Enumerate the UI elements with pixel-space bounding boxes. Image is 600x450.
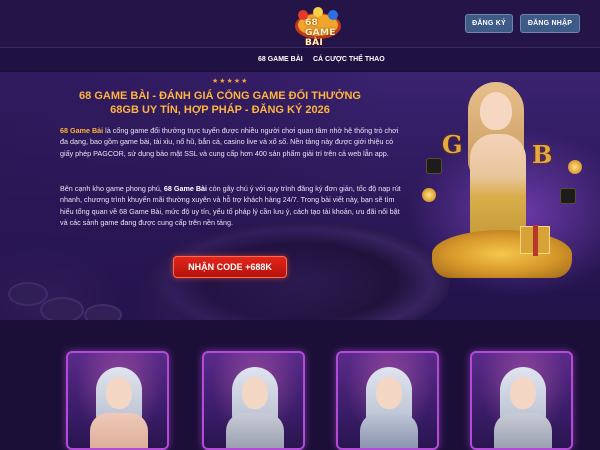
hero-section: ★★★★★ 68 GAME BÀI - ĐÁNH GIÁ CỔNG GAME Đ… bbox=[0, 72, 600, 320]
hero-title: 68 GAME BÀI - ĐÁNH GIÁ CỔNG GAME ĐỔI THƯ… bbox=[60, 89, 380, 117]
claim-code-button[interactable]: NHẬN CODE +688K bbox=[173, 256, 287, 278]
slot-letter-b-icon: B bbox=[532, 140, 553, 169]
rating-stars: ★★★★★ bbox=[212, 78, 249, 85]
model-portrait bbox=[510, 377, 536, 409]
brand-highlight-2: 68 Game Bài bbox=[163, 184, 208, 193]
register-button[interactable]: ĐĂNG KÝ bbox=[465, 14, 513, 33]
brand-highlight[interactable]: 68 Game Bài bbox=[60, 126, 103, 135]
slot-letter-g-icon: G bbox=[442, 130, 463, 159]
model-portrait bbox=[242, 377, 268, 409]
logo-text: 68 GAME BÀI bbox=[305, 18, 336, 48]
model-portrait bbox=[376, 377, 402, 409]
hero-paragraph-1: 68 Game Bài là cổng game đổi thưởng trực… bbox=[60, 125, 405, 159]
model-portrait bbox=[106, 377, 132, 409]
hero-model-image: G B bbox=[420, 78, 585, 288]
dice-icon bbox=[426, 158, 442, 174]
hero-title-line-2: 68GB UY TÍN, HỢP PHÁP - ĐĂNG KÝ 2026 bbox=[110, 104, 330, 116]
model-card[interactable] bbox=[202, 351, 305, 450]
coin-icon bbox=[422, 188, 436, 202]
site-header: 68 GAME BÀI ĐĂNG KÝ ĐĂNG NHẬP bbox=[0, 0, 600, 48]
nav-item-ca-cuoc-the-thao[interactable]: CÁ CƯỢC THỂ THAO bbox=[313, 56, 385, 63]
dice-icon bbox=[560, 188, 576, 204]
coin-icon bbox=[568, 160, 582, 174]
main-nav: 68 GAME BÀI CÁ CƯỢC THỂ THAO bbox=[0, 47, 600, 71]
hero-paragraph-1-text: là cổng game đổi thưởng trực tuyến được … bbox=[60, 126, 399, 158]
model-cards-section bbox=[0, 320, 600, 450]
model-card[interactable] bbox=[66, 351, 169, 450]
login-button[interactable]: ĐĂNG NHẬP bbox=[520, 14, 580, 33]
site-logo[interactable]: 68 GAME BÀI bbox=[293, 6, 343, 48]
hero-paragraph-2-pre: Bên cạnh kho game phong phú, bbox=[60, 184, 164, 193]
model-card[interactable] bbox=[336, 351, 439, 450]
gold-coins-pile bbox=[432, 230, 572, 278]
model-card[interactable] bbox=[470, 351, 573, 450]
gift-box-icon bbox=[520, 225, 550, 256]
hero-title-line-1: 68 GAME BÀI - ĐÁNH GIÁ CỔNG GAME ĐỔI THƯ… bbox=[79, 90, 361, 102]
hero-paragraph-2: Bên cạnh kho game phong phú, 68 Game Bài… bbox=[60, 183, 405, 228]
nav-item-68-game-bai[interactable]: 68 GAME BÀI bbox=[258, 56, 303, 63]
